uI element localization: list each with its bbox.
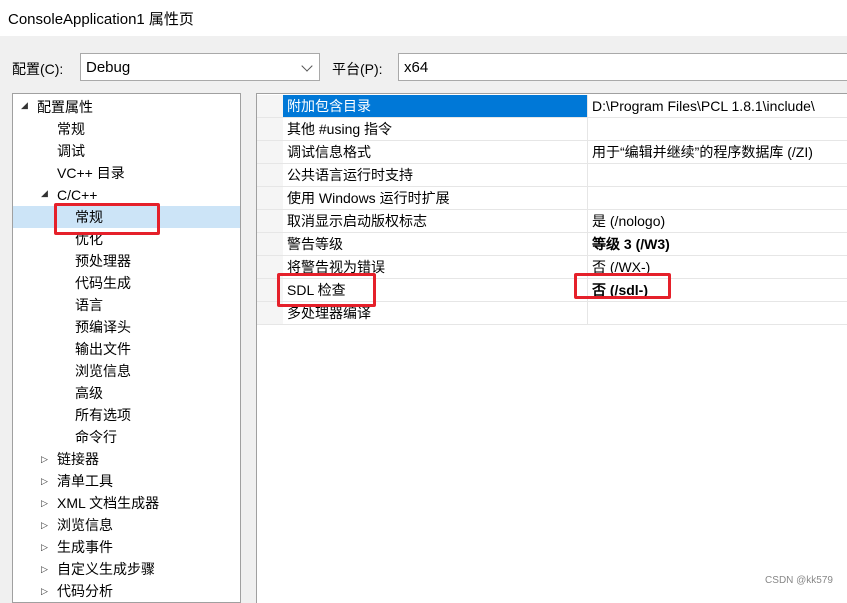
- property-name: 取消显示启动版权标志: [287, 213, 427, 229]
- platform-value: x64: [404, 59, 429, 76]
- property-row[interactable]: 附加包含目录 D:\Program Files\PCL 1.8.1\includ…: [257, 95, 847, 118]
- tree-item-precompiled-headers[interactable]: 预编译头: [75, 316, 131, 338]
- config-dropdown[interactable]: Debug: [80, 53, 320, 81]
- title-bar: ConsoleApplication1 属性页: [0, 0, 847, 36]
- tree-item-advanced[interactable]: 高级: [75, 382, 103, 404]
- tree-item-language[interactable]: 语言: [75, 294, 103, 316]
- tree-item-all-options[interactable]: 所有选项: [75, 404, 131, 426]
- tree-item-command-line[interactable]: 命令行: [75, 426, 117, 448]
- property-value[interactable]: 用于“编辑并继续”的程序数据库 (/ZI): [587, 141, 847, 163]
- tree-item-browse-info[interactable]: 浏览信息: [57, 514, 113, 536]
- tree-item-custom-build-step[interactable]: 自定义生成步骤: [57, 558, 155, 580]
- tree-item-manifest-tool[interactable]: 清单工具: [57, 470, 113, 492]
- property-row[interactable]: 调试信息格式 用于“编辑并继续”的程序数据库 (/ZI): [257, 141, 847, 164]
- tree-item-code-generation[interactable]: 代码生成: [75, 272, 131, 294]
- tree-item-linker[interactable]: 链接器: [57, 448, 99, 470]
- tree-item-preprocessor[interactable]: 预处理器: [75, 250, 131, 272]
- collapsed-triangle-icon[interactable]: ▷: [41, 542, 48, 553]
- property-name: 附加包含目录: [283, 95, 587, 117]
- property-row[interactable]: 警告等级 等级 3 (/W3): [257, 233, 847, 256]
- property-value[interactable]: [587, 187, 847, 209]
- platform-dropdown[interactable]: x64: [398, 53, 847, 81]
- tree-item-debugging[interactable]: 调试: [57, 140, 85, 162]
- property-row[interactable]: 其他 #using 指令: [257, 118, 847, 141]
- property-value[interactable]: [587, 164, 847, 186]
- expanded-triangle-icon[interactable]: ◢: [21, 100, 28, 111]
- collapsed-triangle-icon[interactable]: ▷: [41, 476, 48, 487]
- property-row[interactable]: 公共语言运行时支持: [257, 164, 847, 187]
- property-name: 调试信息格式: [287, 144, 371, 160]
- collapsed-triangle-icon[interactable]: ▷: [41, 586, 48, 597]
- property-value[interactable]: [587, 302, 847, 324]
- tree-item-code-analysis[interactable]: 代码分析: [57, 580, 113, 602]
- property-value[interactable]: 是 (/nologo): [587, 210, 847, 232]
- window-title: ConsoleApplication1 属性页: [8, 11, 194, 28]
- configuration-row: 配置(C): Debug 平台(P): x64: [0, 50, 847, 84]
- tree-item-general[interactable]: 常规: [57, 118, 85, 140]
- property-name: 公共语言运行时支持: [287, 167, 413, 183]
- highlight-box: [54, 203, 160, 235]
- tree-item-vc-directories[interactable]: VC++ 目录: [57, 162, 125, 184]
- property-name: 其他 #using 指令: [287, 121, 393, 137]
- property-value[interactable]: 等级 3 (/W3): [587, 233, 847, 255]
- config-label: 配置(C):: [12, 61, 64, 77]
- collapsed-triangle-icon[interactable]: ▷: [41, 454, 48, 465]
- highlight-box: [574, 273, 671, 299]
- highlight-box: [277, 273, 376, 307]
- property-row[interactable]: 取消显示启动版权标志 是 (/nologo): [257, 210, 847, 233]
- collapsed-triangle-icon[interactable]: ▷: [41, 564, 48, 575]
- tree-item-browse-information[interactable]: 浏览信息: [75, 360, 131, 382]
- config-value: Debug: [86, 59, 131, 76]
- property-value[interactable]: [587, 118, 847, 140]
- platform-label: 平台(P):: [332, 61, 383, 77]
- property-tree: ◢ 配置属性 常规 调试 VC++ 目录 ◢ C/C++ 常规 优化 预处理器 …: [12, 93, 241, 603]
- property-name: 使用 Windows 运行时扩展: [287, 190, 450, 206]
- tree-item-configuration-properties[interactable]: 配置属性: [37, 96, 93, 118]
- collapsed-triangle-icon[interactable]: ▷: [41, 520, 48, 531]
- collapsed-triangle-icon[interactable]: ▷: [41, 498, 48, 509]
- tree-item-build-events[interactable]: 生成事件: [57, 536, 113, 558]
- property-name: 警告等级: [287, 236, 343, 252]
- property-grid: 附加包含目录 D:\Program Files\PCL 1.8.1\includ…: [256, 93, 847, 603]
- tree-item-xml-doc-generator[interactable]: XML 文档生成器: [57, 492, 159, 514]
- property-row[interactable]: 使用 Windows 运行时扩展: [257, 187, 847, 210]
- watermark: CSDN @kk579: [765, 575, 833, 586]
- chevron-down-icon: [301, 60, 313, 72]
- tree-item-output-files[interactable]: 输出文件: [75, 338, 131, 360]
- expanded-triangle-icon[interactable]: ◢: [41, 188, 48, 199]
- property-value[interactable]: D:\Program Files\PCL 1.8.1\include\: [587, 95, 847, 117]
